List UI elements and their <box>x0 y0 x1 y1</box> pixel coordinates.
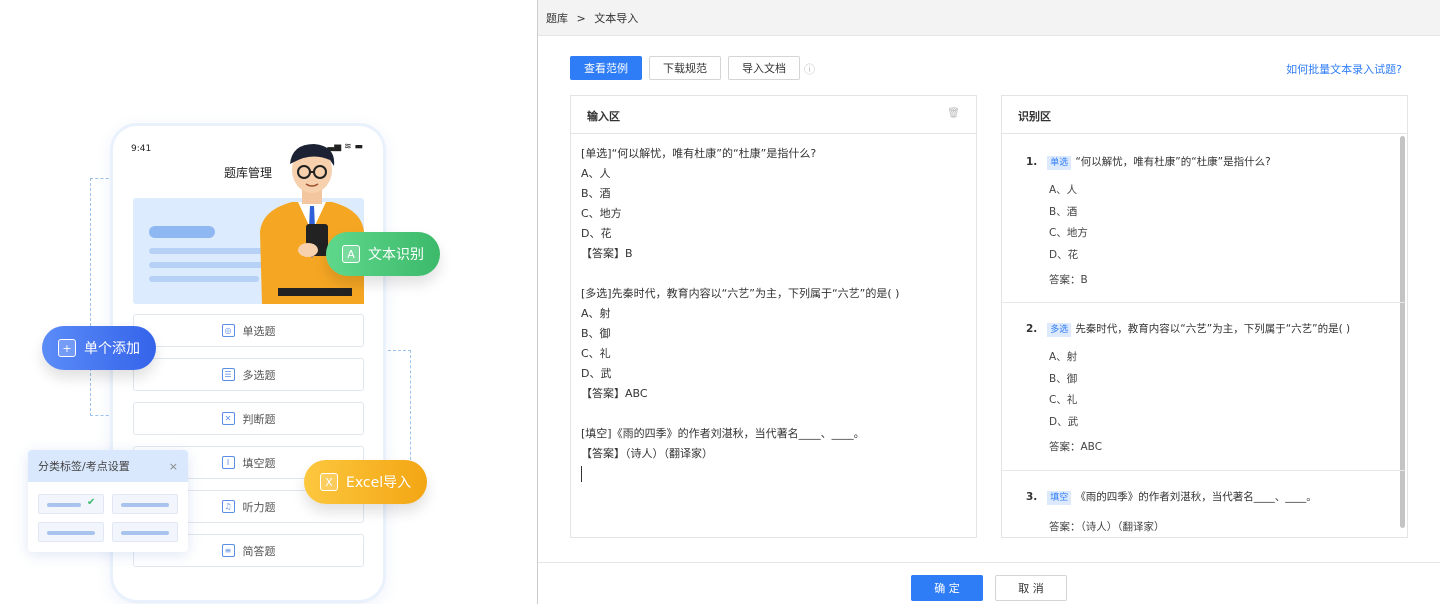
text-recognition-badge: A 文本识别 <box>326 232 440 276</box>
input-line: [填空]《雨的四季》的作者刘湛秋，当代著名____、____。 <box>581 427 865 440</box>
question-answer: 答案：B <box>1049 274 1088 286</box>
text-recognition-label: 文本识别 <box>368 247 424 263</box>
single-add-badge: + 单个添加 <box>42 326 156 370</box>
cross-box-icon: ✕ <box>221 412 235 425</box>
input-line <box>581 264 966 284</box>
question-answer: 答案：ABC <box>1049 441 1103 453</box>
question-type-item: ✕ 判断题 <box>133 402 364 435</box>
text-cursor-icon: I <box>221 456 235 469</box>
headphones-icon: ♫ <box>221 500 235 513</box>
question-option: B、御 <box>1049 372 1078 385</box>
confirm-button[interactable]: 确 定 <box>911 575 983 601</box>
input-line: A、人 <box>581 167 611 180</box>
cancel-button[interactable]: 取 消 <box>995 575 1067 601</box>
tag-settings-card: 分类标签/考点设置 × ✔ <box>28 450 188 552</box>
input-line: C、礼 <box>581 347 611 360</box>
question-type-item: ◎ 单选题 <box>133 314 364 347</box>
document-icon: ≡ <box>221 544 235 557</box>
question-stem: 先秦时代，教育内容以“六艺”为主，下列属于“六艺”的是( ) <box>1075 323 1351 335</box>
input-line: [单选]“何以解忧，唯有杜康”的“杜康”是指什么? <box>581 147 817 160</box>
input-line: 【答案】ABC <box>581 387 648 400</box>
text-cursor <box>581 466 582 482</box>
recognized-question: 2. 多选 先秦时代，教育内容以“六艺”为主，下列属于“六艺”的是( ) A、射 B、御… <box>1002 303 1406 471</box>
trash-icon[interactable]: 🗑 <box>947 108 960 119</box>
question-option: A、人 <box>1049 184 1078 196</box>
input-line: [多选]先秦时代，教育内容以“六艺”为主，下列属于“六艺”的是( ) <box>581 287 900 300</box>
input-line: D、武 <box>581 367 612 380</box>
question-stem: “何以解忧，唯有杜康”的“杜康”是指什么? <box>1075 156 1271 168</box>
question-option: A、射 <box>1049 351 1078 363</box>
question-type-label: 填空题 <box>242 456 276 470</box>
input-line: 【答案】（诗人）（翻译家） <box>581 447 713 460</box>
text-import-window: 题库 > 文本导入 查看范例 下载规范 导入文档 ⓘ 如何批量文本录入试题? 输… <box>537 0 1440 604</box>
import-doc-button[interactable]: 导入文档 <box>728 56 800 80</box>
question-stem: 《雨的四季》的作者刘湛秋，当代著名____、____。 <box>1075 491 1317 503</box>
question-type-tag: 多选 <box>1047 323 1072 337</box>
download-spec-button[interactable]: 下载规范 <box>649 56 721 80</box>
breadcrumb-separator: > <box>576 12 586 25</box>
question-answer: 答案：（诗人）（翻译家） <box>1049 521 1165 533</box>
question-type-label: 多选题 <box>242 368 276 382</box>
question-option: D、武 <box>1049 415 1079 428</box>
recognized-question: 1. 单选 “何以解忧，唯有杜康”的“杜康”是指什么? A、人 B、酒 C、地方 D、花答案… <box>1002 136 1406 303</box>
question-type-label: 判断题 <box>242 412 276 426</box>
breadcrumb: 题库 > 文本导入 <box>538 0 1440 36</box>
result-panel-title: 识别区 <box>1018 110 1051 123</box>
question-number: 1. <box>1026 156 1038 168</box>
help-link[interactable]: 如何批量文本录入试题? <box>1286 61 1402 77</box>
connector-line-right <box>383 350 411 470</box>
check-icon: ✔ <box>87 497 96 508</box>
input-line: D、花 <box>581 227 612 240</box>
input-textarea[interactable]: [单选]“何以解忧，唯有杜康”的“杜康”是指什么? A、人 B、酒 C、地方 D、花【答… <box>571 134 976 492</box>
question-number: 3. <box>1026 491 1038 503</box>
view-example-button[interactable]: 查看范例 <box>570 56 642 80</box>
question-number: 2. <box>1026 323 1038 335</box>
question-header: 3. 填空 《雨的四季》的作者刘湛秋，当代著名____、____。 <box>1026 489 1317 505</box>
person-illustration <box>260 144 364 304</box>
radio-icon: ◎ <box>221 324 235 337</box>
list-icon: ☰ <box>221 368 235 381</box>
question-type-label: 简答题 <box>242 544 276 558</box>
phone-time: 9:41 <box>131 144 152 154</box>
text-recognition-icon: A <box>342 245 360 263</box>
question-header: 1. 单选 “何以解忧，唯有杜康”的“杜康”是指什么? <box>1026 154 1271 170</box>
input-line: B、酒 <box>581 187 611 200</box>
close-icon: × <box>168 459 178 473</box>
info-icon[interactable]: ⓘ <box>804 61 815 77</box>
tag-card-title: 分类标签/考点设置 <box>38 460 130 473</box>
input-line: 【答案】B <box>581 247 633 260</box>
question-type-label: 听力题 <box>242 500 276 514</box>
question-option: C、礼 <box>1049 394 1078 406</box>
excel-import-label: Excel导入 <box>346 475 412 491</box>
input-panel-title: 输入区 <box>587 110 620 123</box>
breadcrumb-current: 文本导入 <box>594 12 639 25</box>
input-line <box>581 404 966 424</box>
result-panel: 识别区 1. 单选 “何以解忧，唯有杜康”的“杜康”是指什么? A、人 B、酒 C、地方 D… <box>1001 95 1408 538</box>
input-panel: 输入区 🗑 [单选]“何以解忧，唯有杜康”的“杜康”是指什么? A、人 B、酒 C、地… <box>570 95 977 538</box>
breadcrumb-root[interactable]: 题库 <box>546 12 568 25</box>
footer-divider <box>538 562 1440 563</box>
excel-import-badge: X Excel导入 <box>304 460 428 504</box>
question-option: B、酒 <box>1049 205 1078 218</box>
question-header: 2. 多选 先秦时代，教育内容以“六艺”为主，下列属于“六艺”的是( ) <box>1026 321 1350 337</box>
question-type-tag: 单选 <box>1047 156 1072 170</box>
question-type-tag: 填空 <box>1047 491 1072 505</box>
add-icon: + <box>58 339 76 357</box>
recognized-question: 3. 填空 《雨的四季》的作者刘湛秋，当代著名____、____。答案：（诗人）（翻… <box>1002 471 1406 561</box>
question-type-label: 单选题 <box>242 324 276 338</box>
single-add-label: 单个添加 <box>84 341 140 357</box>
question-type-item: ☰ 多选题 <box>133 358 364 391</box>
question-option: C、地方 <box>1049 227 1088 239</box>
question-option: D、花 <box>1049 248 1079 261</box>
input-line: A、射 <box>581 307 611 320</box>
excel-icon: X <box>320 473 338 491</box>
input-line: C、地方 <box>581 207 622 220</box>
input-line: B、御 <box>581 327 611 340</box>
connector-line-left <box>90 178 114 416</box>
